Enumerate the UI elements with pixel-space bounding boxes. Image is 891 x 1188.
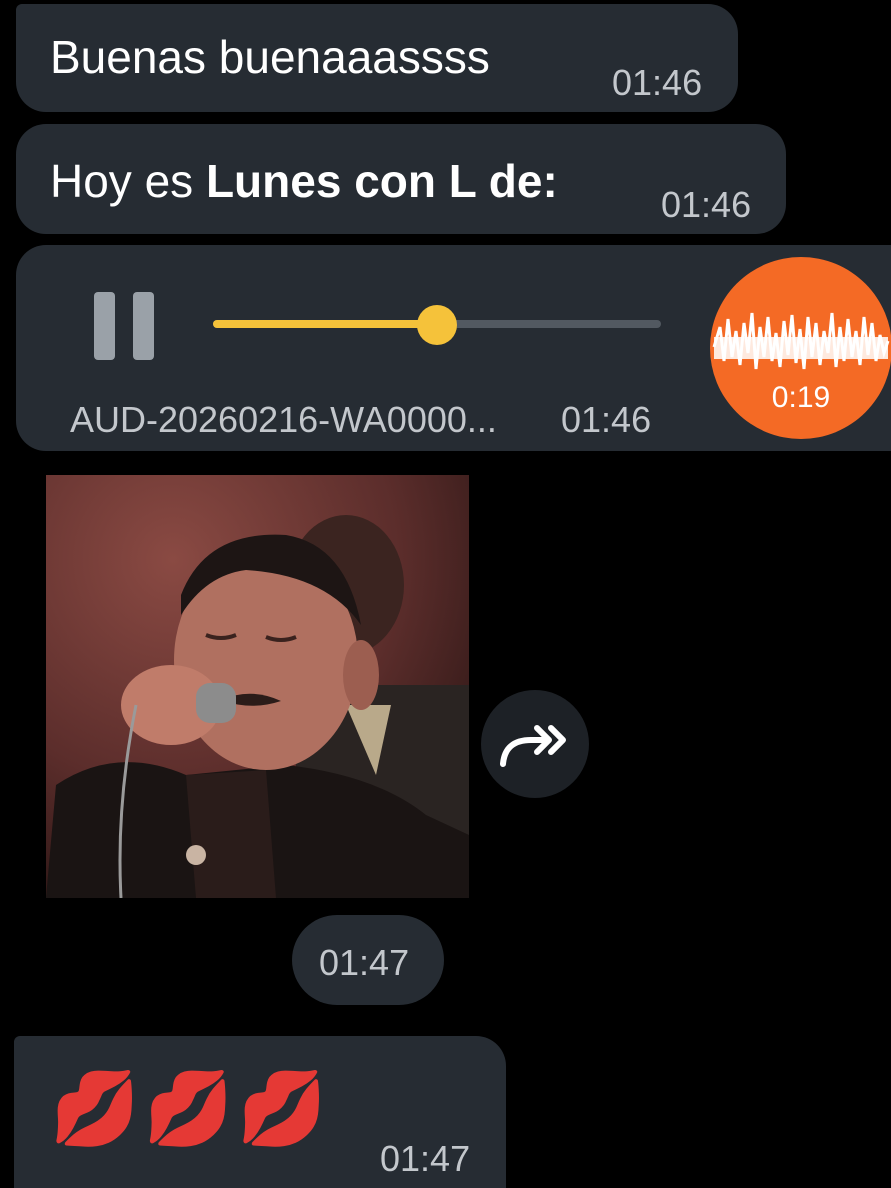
- media-time-pill: 01:47: [292, 915, 444, 1005]
- message-time: 01:47: [319, 942, 410, 983]
- forward-button[interactable]: [481, 690, 589, 798]
- media-image[interactable]: [46, 475, 469, 898]
- audio-avatar[interactable]: 0:19: [710, 257, 891, 439]
- audio-duration: 0:19: [771, 381, 831, 414]
- message-time: 01:46: [561, 399, 652, 440]
- singer-photo: [46, 475, 469, 898]
- audio-filename: AUD-20260216-WA0000...: [70, 399, 497, 440]
- message-bubble[interactable]: Buenas buenaaassss 01:46: [16, 4, 738, 112]
- lips-emoji: 💋: [237, 1069, 331, 1149]
- message-time: 01:46: [661, 184, 752, 225]
- forward-icon: [500, 725, 566, 767]
- emoji-message-bubble[interactable]: 💋💋💋 01:47: [14, 1036, 506, 1188]
- lips-emoji: 💋: [50, 1069, 144, 1149]
- pause-icon-bar: [133, 292, 154, 360]
- lips-emoji: 💋: [143, 1069, 238, 1149]
- pause-icon-bar: [94, 292, 115, 360]
- audio-seek-handle[interactable]: [417, 305, 457, 345]
- message-bubble[interactable]: Hoy es Lunes con L de: 01:46: [16, 124, 786, 234]
- message-text: Hoy es Lunes con L de:: [50, 154, 558, 208]
- message-time: 01:46: [612, 62, 703, 103]
- message-text-plain: Hoy es: [50, 155, 206, 207]
- message-text: Buenas buenaaassss: [50, 31, 490, 83]
- lips-emoji: 💋💋💋: [50, 1066, 331, 1151]
- message-text-bold: Lunes con L de:: [205, 155, 558, 207]
- pause-button[interactable]: [94, 292, 154, 360]
- audio-progress-fill: [213, 320, 437, 328]
- message-time: 01:47: [380, 1138, 471, 1179]
